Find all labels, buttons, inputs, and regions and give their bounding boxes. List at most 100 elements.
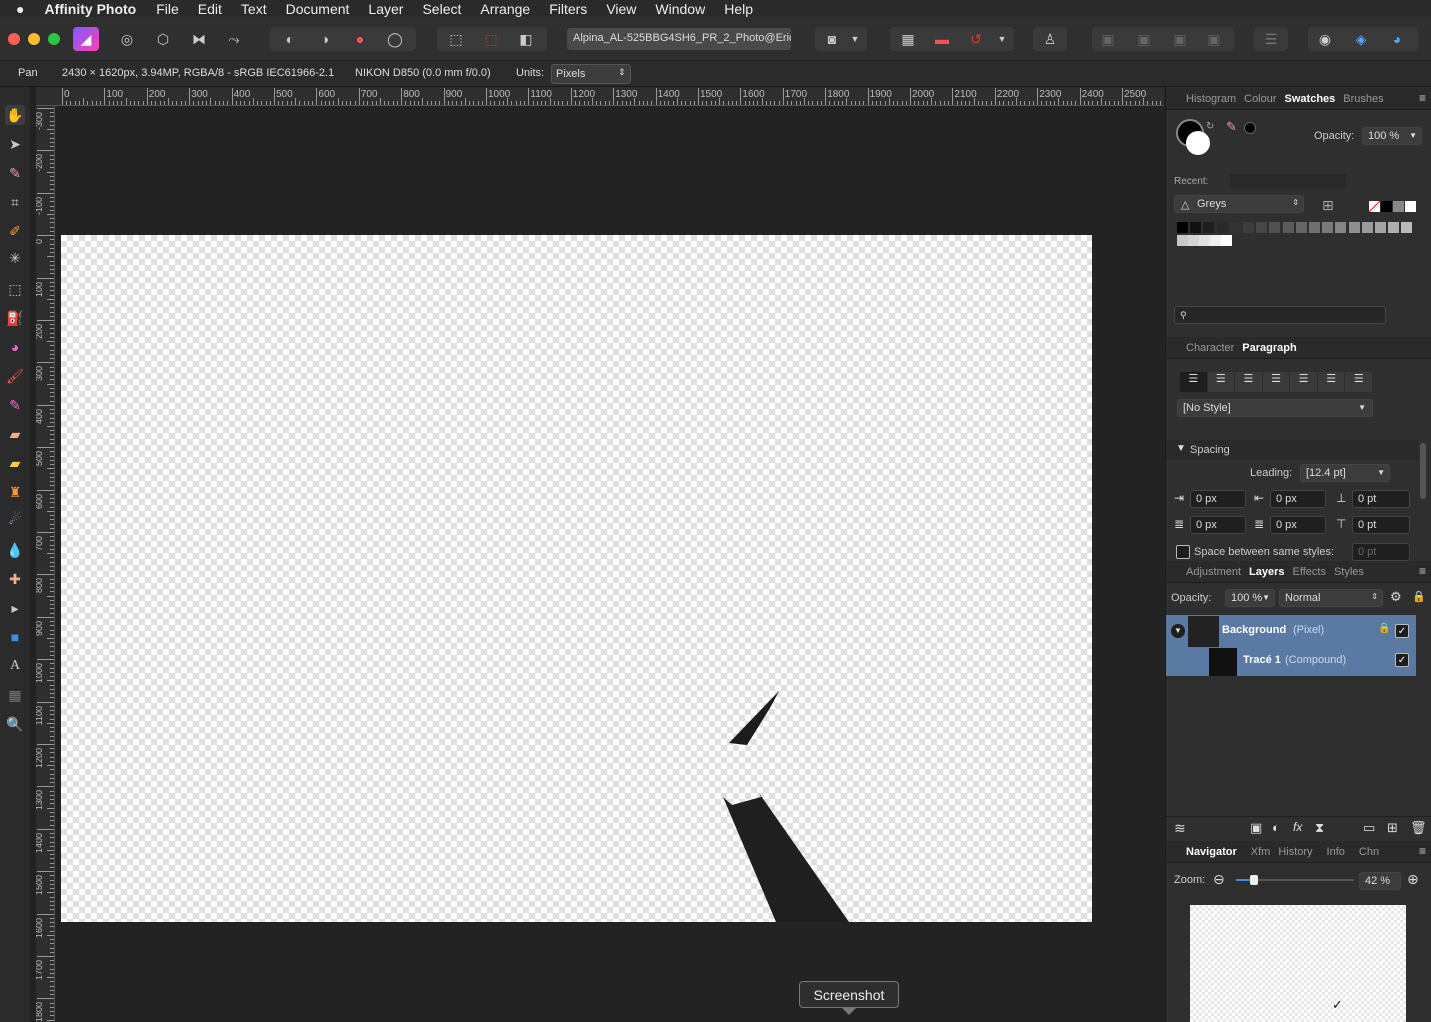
assistant-icon[interactable]: ♙ (1037, 27, 1063, 51)
menu-document[interactable]: Document (286, 1, 350, 17)
auto-white-balance-icon[interactable]: ◯ (382, 27, 408, 51)
white-swatch[interactable] (1405, 201, 1416, 212)
erase-brush-tool-icon[interactable]: ▰ (5, 424, 25, 444)
smudge-tool-icon[interactable]: ☄ (5, 509, 25, 529)
zoom-slider-thumb[interactable] (1250, 875, 1258, 885)
view-tool-icon[interactable]: ✋ (5, 105, 25, 125)
shape-tool-icon[interactable]: ■ (5, 627, 25, 647)
menu-window[interactable]: Window (655, 1, 705, 17)
swatch-opacity-field[interactable]: 100 % ▼ (1362, 127, 1422, 145)
layer-settings-icon[interactable]: ⚙ (1390, 589, 1402, 605)
tone-mapping-persona-icon[interactable]: ⧓ (186, 27, 212, 51)
mesh-warp-tool-icon[interactable]: ▦ (5, 685, 25, 705)
tab-layers[interactable]: Layers (1249, 566, 1284, 578)
zoom-in-icon[interactable]: ⊕ (1407, 871, 1419, 888)
tab-xfm[interactable]: Xfm (1251, 846, 1271, 858)
move-forward-icon[interactable]: ▣ (1167, 27, 1193, 51)
tab-character[interactable]: Character (1186, 342, 1234, 354)
auto-colour-icon[interactable]: ● (347, 27, 373, 51)
layer-row-background[interactable]: ▼ Background (Pixel) 🔒 ✓ (1166, 615, 1416, 648)
paragraph-style-select[interactable]: [No Style] ▼ (1177, 399, 1373, 417)
grey-swatch[interactable] (1393, 201, 1404, 212)
leading-field[interactable]: [12.4 pt] ▼ (1300, 464, 1390, 482)
zoom-slider[interactable] (1236, 875, 1354, 885)
fill-colour-swatch[interactable] (1186, 131, 1210, 155)
grey-swatch[interactable] (1361, 222, 1373, 233)
layer-visibility-checkbox[interactable]: ✓ (1395, 624, 1409, 638)
menu-text[interactable]: Text (241, 1, 267, 17)
tab-colour[interactable]: Colour (1244, 93, 1276, 105)
palette-options-icon[interactable]: ⊞ (1322, 197, 1334, 214)
tab-styles[interactable]: Styles (1334, 566, 1364, 578)
grey-swatch[interactable] (1401, 222, 1413, 233)
text-tool-icon[interactable]: A (5, 656, 25, 676)
delete-layer-icon[interactable]: 🗑 (1410, 820, 1427, 836)
hanging-indent-field[interactable]: 0 px (1270, 516, 1326, 534)
swap-colours-icon[interactable]: ↻ (1206, 121, 1214, 132)
menu-edit[interactable]: Edit (198, 1, 222, 17)
group-layer-icon[interactable]: ▭ (1363, 820, 1375, 836)
right-indent-field[interactable]: 0 px (1270, 490, 1326, 508)
align-center-icon[interactable]: ☰ (1207, 372, 1235, 392)
apple-icon[interactable]: ● (16, 1, 24, 17)
space-after-field[interactable]: 0 pt (1352, 516, 1410, 534)
layer-row-trace[interactable]: Tracé 1 (Compound) ✓ (1166, 648, 1416, 676)
tab-adjustment[interactable]: Adjustment (1186, 566, 1241, 578)
tab-history[interactable]: History (1278, 846, 1312, 858)
document-name-field[interactable]: Alpina_AL-525BBG4SH6_PR_2_Photo@Eric_F (567, 28, 791, 50)
canvas-area[interactable] (55, 106, 1164, 1022)
first-line-indent-field[interactable]: 0 px (1190, 516, 1246, 534)
grey-swatch[interactable] (1243, 222, 1254, 233)
blend-mode-select[interactable]: Normal ⇕ (1279, 589, 1383, 607)
alignment-icon[interactable]: ▬ (929, 27, 955, 51)
menu-select[interactable]: Select (422, 1, 461, 17)
healing-tool-icon[interactable]: ✚ (5, 569, 25, 589)
layers-stack-icon[interactable]: ≋ (1174, 820, 1186, 837)
grey-swatch-grid[interactable] (1177, 222, 1417, 248)
dodge-tool-icon[interactable]: ▰ (5, 453, 25, 473)
grey-swatch[interactable] (1388, 222, 1400, 233)
expand-layer-icon[interactable]: ▼ (1171, 624, 1185, 638)
liquify-persona-icon[interactable]: ◎ (114, 27, 140, 51)
grey-swatch[interactable] (1199, 235, 1210, 246)
spacing-section-header[interactable]: ▼ Spacing (1166, 440, 1418, 460)
justify-right-icon[interactable]: ☰ (1317, 372, 1345, 392)
snapping-dropdown-icon[interactable]: ▼ (994, 27, 1010, 51)
select-all-icon[interactable]: ⬚ (443, 27, 469, 51)
units-select[interactable]: Pixels ⇕ (551, 64, 631, 84)
invert-selection-icon[interactable]: ◧ (513, 27, 539, 51)
move-tool-icon[interactable]: ➤ (5, 134, 25, 154)
grey-swatch[interactable] (1295, 222, 1307, 233)
navigator-preview[interactable]: ✓ (1190, 905, 1406, 1022)
photo-persona-icon[interactable]: ◢ (73, 27, 99, 51)
move-to-back-icon[interactable]: ▣ (1095, 27, 1121, 51)
color-picker-tool-icon[interactable]: ✎ (5, 163, 25, 183)
crop-tool-icon[interactable]: ⌗ (5, 192, 25, 212)
grey-swatch[interactable] (1210, 235, 1221, 246)
subtract-icon[interactable]: ◈ (1348, 27, 1374, 51)
zoom-window-button[interactable] (48, 33, 60, 45)
tab-histogram[interactable]: Histogram (1186, 93, 1236, 105)
grey-swatch[interactable] (1190, 222, 1202, 233)
paragraph-scrollbar[interactable] (1420, 443, 1426, 499)
tab-paragraph[interactable]: Paragraph (1242, 342, 1296, 354)
menu-view[interactable]: View (606, 1, 636, 17)
swatch-search-field[interactable]: ⚲ (1174, 306, 1386, 324)
grey-swatch[interactable] (1177, 222, 1188, 233)
develop-persona-icon[interactable]: ⬡ (150, 27, 176, 51)
tab-info[interactable]: Info (1327, 846, 1345, 858)
export-persona-icon[interactable]: ⤳ (221, 27, 247, 51)
justify-center-icon[interactable]: ☰ (1290, 372, 1317, 392)
grey-swatch[interactable] (1282, 222, 1294, 233)
align-left-icon[interactable]: ☰ (1180, 372, 1207, 392)
tab-effects[interactable]: Effects (1293, 566, 1326, 578)
panel-menu-icon[interactable]: ≡ (1419, 844, 1426, 858)
marquee-tool-icon[interactable]: ⬚ (5, 279, 25, 299)
zoom-tool-icon[interactable]: 🔍 (5, 714, 25, 734)
add-layer-icon[interactable]: ⊞ (1387, 820, 1398, 836)
blur-tool-icon[interactable]: 💧 (5, 540, 25, 560)
add-icon[interactable]: ◉ (1312, 27, 1338, 51)
vertical-ruler[interactable]: -300 -200 -100 0 100 200 300 400 500 600 700 800 900… (36, 106, 55, 1022)
flood-fill-tool-icon[interactable]: ⛽ (5, 308, 25, 328)
grey-swatch[interactable] (1177, 235, 1188, 246)
